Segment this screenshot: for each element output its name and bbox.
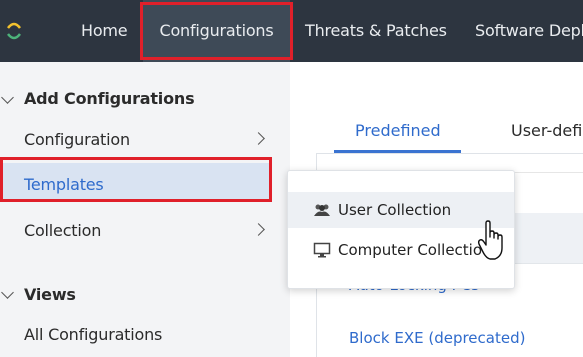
section-heading-add-configurations[interactable]: Add Configurations <box>24 89 195 108</box>
menu-item-label: Computer Collectio <box>338 241 483 259</box>
sidebar-item-configuration[interactable]: Configuration <box>24 130 130 149</box>
sidebar-item-all-configurations[interactable]: All Configurations <box>24 325 162 344</box>
sidebar-item-templates[interactable]: Templates <box>24 175 104 194</box>
users-icon <box>314 204 330 216</box>
tab-user-defined[interactable]: User-defi <box>511 121 582 140</box>
template-link-block-exe[interactable]: Block EXE (deprecated) <box>349 329 525 347</box>
top-navbar: Home Configurations Threats & Patches So… <box>0 0 583 62</box>
app-logo-icon[interactable] <box>4 14 24 48</box>
tab-predefined[interactable]: Predefined <box>355 121 441 140</box>
menu-item-label: User Collection <box>338 201 452 219</box>
monitor-icon <box>313 242 331 258</box>
nav-software-deployment[interactable]: Software Depl <box>475 0 583 62</box>
tab-divider <box>316 153 583 154</box>
active-tab-indicator <box>334 150 461 153</box>
sidebar-item-collection[interactable]: Collection <box>24 221 101 240</box>
nav-threats-patches[interactable]: Threats & Patches <box>305 0 447 62</box>
nav-home[interactable]: Home <box>81 0 128 62</box>
section-heading-views[interactable]: Views <box>24 285 76 304</box>
hand-cursor-icon <box>477 220 503 260</box>
nav-configurations[interactable]: Configurations <box>143 0 290 62</box>
